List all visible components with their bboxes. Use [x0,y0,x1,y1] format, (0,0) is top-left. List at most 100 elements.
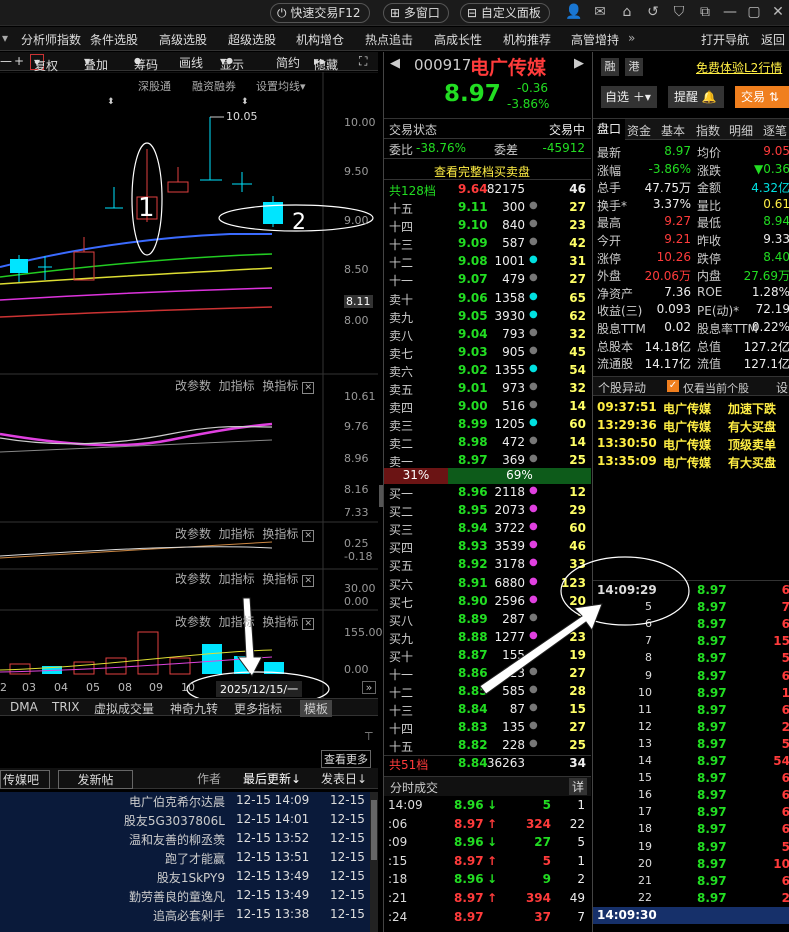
buy-level-row[interactable]: 十三 8.84 87 ● 15 [384,702,591,719]
tab-magic-nine[interactable]: 神奇九转 [170,700,218,717]
tab-dma[interactable]: DMA [10,700,38,714]
display-button[interactable]: 显示 ▾ ● [220,54,244,72]
sell-level-row[interactable]: 十一 9.07 479 ● 27 [384,272,591,289]
close-pane-icon[interactable]: ✕ [302,382,315,394]
list-item[interactable]: 追高必套剁手 12-15 13:38 12-15 [0,907,370,926]
open-nav-button[interactable]: 打开导航 [701,31,749,48]
prev-stock-icon[interactable]: ◀ [390,56,400,71]
sell-level-row[interactable]: 十二 9.08 1001 ● 31 [384,254,591,271]
menu-item-analyst-index[interactable]: 分析师指数 [21,31,81,48]
list-item[interactable]: 电广伯克希尔达晨 12-15 14:09 12-15 [0,793,370,812]
sell-level-row[interactable]: 卖七 9.03 905 ● 45 [384,345,591,362]
shirt-icon[interactable]: ⛉ [671,4,687,20]
margin-badge[interactable]: 融 [601,58,619,76]
margin-link[interactable]: 融资融券 [192,78,236,94]
sell-level-row[interactable]: 卖五 9.01 973 ● 32 [384,381,591,398]
sell-level-row[interactable]: 卖十 9.06 1358 ● 65 [384,291,591,308]
fenshi-detail-button[interactable]: 详 [568,778,587,795]
home-icon[interactable]: ⌂ [619,4,635,20]
close-pane-icon[interactable]: ✕ [302,530,315,542]
tab-tick-by-tick[interactable]: 逐笔 [763,122,787,139]
col-author[interactable]: 作者 [197,770,221,787]
sell-level-row[interactable]: 卖二 8.98 472 ● 14 [384,435,591,452]
draw-line-button[interactable]: 画线 [179,54,203,71]
forum-tab-board[interactable]: 传媒吧 [0,770,50,789]
sell-level-row[interactable]: 十四 9.10 840 ● 23 [384,218,591,235]
add-indicator-button[interactable]: 加指标 [219,572,255,586]
menu-more-button[interactable]: » [628,31,635,45]
list-item[interactable]: 勤劳善良的童逸凡 12-15 13:49 12-15 [0,888,370,907]
menu-item-inst-increase[interactable]: 机构增仓 [296,31,344,48]
swap-indicator-button[interactable]: 换指标 [262,527,298,541]
close-pane-icon[interactable]: ✕ [302,575,315,587]
add-indicator-button[interactable]: 加指标 [219,615,255,629]
sell-level-row[interactable]: 十五 9.11 300 ● 27 [384,200,591,217]
buy-level-row[interactable]: 买三 8.94 3722 ● 60 [384,521,591,538]
menu-item-super-select[interactable]: 超级选股 [228,31,276,48]
menu-item-hotspot[interactable]: 热点追击 [365,31,413,48]
checkbox-checked-icon[interactable]: ✓ [667,380,679,392]
sell-level-row[interactable]: 卖四 9.00 516 ● 14 [384,399,591,416]
remind-button[interactable]: 提醒 🔔 [668,86,724,108]
list-item[interactable]: 温和友善的柳丞羡 12-15 13:52 12-15 [0,831,370,850]
menu-item-inst-recommend[interactable]: 机构推荐 [503,31,551,48]
hide-button[interactable]: 隐藏 ▸▸ [314,54,338,72]
view-more-button[interactable]: 查看更多 [321,750,371,768]
alerts-settings-button[interactable]: 设 [776,379,788,396]
multi-window-button[interactable]: ⊞ 多窗口 [383,3,449,23]
popout-icon[interactable]: ⧉ [697,4,713,20]
new-post-button[interactable]: 发新帖 [58,770,133,789]
edit-params-button[interactable]: 改参数 [175,615,211,629]
add-indicator-button[interactable]: 加指标 [219,527,255,541]
sell-level-row[interactable]: 卖九 9.05 3930 ● 62 [384,309,591,326]
fullscreen-icon[interactable]: ⛶ [359,54,367,69]
tab-pankou[interactable]: 盘口 [593,119,625,141]
list-item[interactable]: 股友1SkPY9 12-15 13:49 12-15 [0,869,370,888]
user-icon[interactable]: 👤 [565,4,582,20]
swap-indicator-button[interactable]: 换指标 [262,379,298,393]
tab-index[interactable]: 指数 [696,122,720,139]
view-full-book-button[interactable]: 查看完整档买卖盘 [434,163,530,180]
scroll-right-icon[interactable]: » [362,681,376,694]
sell-level-row[interactable]: 卖六 9.02 1355 ● 54 [384,363,591,380]
collapse-handle[interactable] [379,485,383,507]
buy-level-row[interactable]: 十四 8.83 135 ● 27 [384,720,591,737]
buy-level-row[interactable]: 买四 8.93 3539 ● 46 [384,539,591,556]
sell-level-row[interactable]: 十三 9.09 587 ● 42 [384,236,591,253]
pin-icon[interactable]: ⊤ [364,730,374,743]
menu-item-exec-increase[interactable]: 高管增持 [571,31,619,48]
trade-button[interactable]: 交易 ⇅ [735,86,789,108]
template-button[interactable]: 模板 [300,700,333,717]
alert-row[interactable]: 09:37:51 电广传媒 加速下跌 [593,400,789,416]
swap-indicator-button[interactable]: 换指标 [262,615,298,629]
zoom-in-button[interactable]: + [14,54,24,68]
close-icon[interactable]: ✕ [770,4,786,20]
alert-row[interactable]: 13:30:50 电广传媒 顶级卖单 [593,436,789,452]
next-stock-icon[interactable]: ▶ [574,56,584,71]
close-pane-icon[interactable]: ✕ [302,618,315,630]
fuquan-button[interactable]: 复权 ▾ [30,54,58,73]
edit-params-button[interactable]: 改参数 [175,527,211,541]
col-post-date[interactable]: 发表日↓ [321,770,367,787]
menu-item-advanced-select[interactable]: 高级选股 [159,31,207,48]
menu-item-high-growth[interactable]: 高成长性 [434,31,482,48]
tab-more-indicators[interactable]: 更多指标 [234,700,282,717]
alert-row[interactable]: 13:35:09 电广传媒 有大买盘 [593,454,789,470]
sgt-link[interactable]: 深股通 [138,78,171,94]
back-button[interactable]: 返回 [761,31,785,48]
scrollbar[interactable] [370,792,378,932]
mail-icon[interactable]: ✉ [592,4,608,20]
menu-item-condition-select[interactable]: 条件选股 [90,31,138,48]
undo-icon[interactable]: ↺ [645,4,661,20]
buy-level-row[interactable]: 买一 8.96 2118 ● 12 [384,485,591,502]
tab-detail[interactable]: 明细 [729,122,753,139]
hk-badge[interactable]: 港 [625,58,643,76]
quick-trade-button[interactable]: ⏻ 快速交易F12 [270,3,370,23]
watchlist-button[interactable]: 自选 ＋▾ [601,86,657,108]
buy-level-row[interactable]: 十五 8.82 228 ● 25 [384,738,591,755]
edit-params-button[interactable]: 改参数 [175,572,211,586]
tab-trix[interactable]: TRIX [52,700,79,714]
list-item[interactable]: 股友5G3037806L 12-15 14:01 12-15 [0,812,370,831]
tab-virtual-volume[interactable]: 虚拟成交量 [94,700,154,717]
buy-level-row[interactable]: 买二 8.95 2073 ● 29 [384,503,591,520]
